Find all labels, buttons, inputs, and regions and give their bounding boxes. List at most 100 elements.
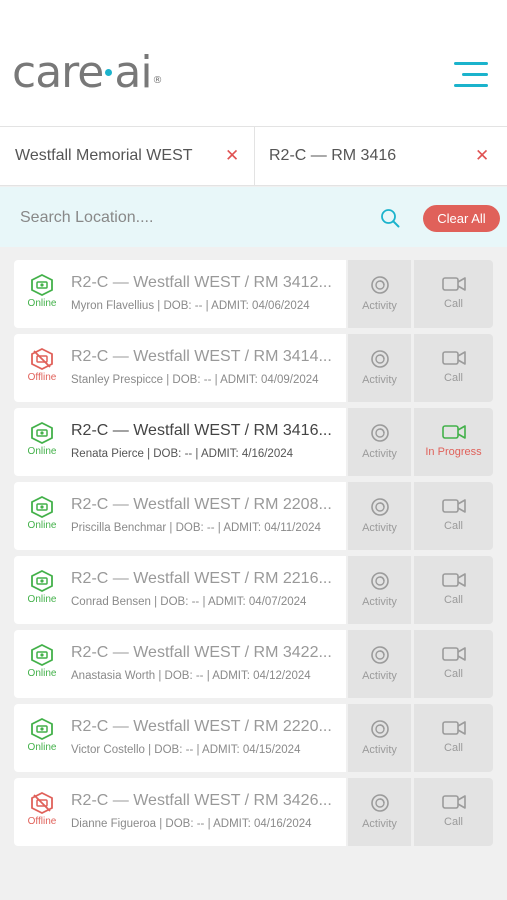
room-card[interactable]: Online R2-C — Westfall WEST / RM 2216... C… <box>14 556 346 624</box>
call-button[interactable]: Call <box>414 704 493 772</box>
activity-icon <box>370 720 389 738</box>
room-row: Offline R2-C — Westfall WEST / RM 3426...… <box>14 778 494 846</box>
call-label: Call <box>444 668 463 680</box>
camera-status-icon <box>31 643 53 667</box>
status-label: Online <box>27 520 57 531</box>
room-name: R2-C — Westfall WEST / RM 3422... <box>71 644 332 661</box>
camera-offline-icon <box>31 791 53 815</box>
room-card[interactable]: Online R2-C — Westfall WEST / RM 3422... A… <box>14 630 346 698</box>
device-status: Online <box>18 717 66 753</box>
activity-label: Activity <box>362 522 397 534</box>
device-status: Online <box>18 421 66 457</box>
activity-button[interactable]: Activity <box>348 630 411 698</box>
patient-info: Renata Pierce | DOB: -- | ADMIT: 4/16/20… <box>71 448 294 460</box>
call-button[interactable]: Call <box>414 334 493 402</box>
video-call-icon <box>441 721 466 735</box>
activity-button[interactable]: Activity <box>348 408 411 476</box>
status-label: Offline <box>27 372 57 383</box>
activity-label: Activity <box>362 448 397 460</box>
activity-button[interactable]: Activity <box>348 482 411 550</box>
activity-label: Activity <box>362 744 397 756</box>
activity-icon <box>370 646 389 664</box>
call-button[interactable]: In Progress <box>414 408 493 476</box>
room-row: Offline R2-C — Westfall WEST / RM 3414...… <box>14 334 494 402</box>
room-row: Online R2-C — Westfall WEST / RM 3422... A… <box>14 630 494 698</box>
search-icon[interactable] <box>380 208 400 228</box>
camera-status-icon <box>31 717 53 741</box>
call-button[interactable]: Call <box>414 260 493 328</box>
call-button[interactable]: Call <box>414 556 493 624</box>
room-card[interactable]: Online R2-C — Westfall WEST / RM 2220... V… <box>14 704 346 772</box>
activity-label: Activity <box>362 818 397 830</box>
activity-button[interactable]: Activity <box>348 556 411 624</box>
activity-button[interactable]: Activity <box>348 334 411 402</box>
status-label: Online <box>27 298 57 309</box>
video-call-icon <box>441 425 466 439</box>
activity-label: Activity <box>362 374 397 386</box>
close-icon[interactable]: ✕ <box>475 147 489 164</box>
room-row: Online R2-C — Westfall WEST / RM 3416... R… <box>14 408 494 476</box>
status-label: Online <box>27 668 57 679</box>
close-icon[interactable]: ✕ <box>225 147 239 164</box>
camera-status-icon <box>31 569 53 593</box>
call-button[interactable]: Call <box>414 630 493 698</box>
app-header: care ai® <box>0 0 507 126</box>
room-name: R2-C — Westfall WEST / RM 3414... <box>71 348 332 365</box>
filter-chip-label: Westfall Memorial WEST <box>15 147 193 164</box>
call-label: Call <box>444 594 463 606</box>
video-call-icon <box>441 277 466 291</box>
activity-label: Activity <box>362 596 397 608</box>
call-button[interactable]: Call <box>414 482 493 550</box>
status-label: Online <box>27 594 57 605</box>
call-label: Call <box>444 520 463 532</box>
activity-button[interactable]: Activity <box>348 778 411 846</box>
room-name: R2-C — Westfall WEST / RM 3426... <box>71 792 332 809</box>
device-status: Offline <box>18 791 66 827</box>
patient-info: Victor Costello | DOB: -- | ADMIT: 04/15… <box>71 744 301 756</box>
patient-info: Anastasia Worth | DOB: -- | ADMIT: 04/12… <box>71 670 311 682</box>
call-label: Call <box>444 298 463 310</box>
video-call-icon <box>441 351 466 365</box>
room-row: Online R2-C — Westfall WEST / RM 3412... M… <box>14 260 494 328</box>
activity-label: Activity <box>362 300 397 312</box>
patient-info: Conrad Bensen | DOB: -- | ADMIT: 04/07/2… <box>71 596 307 608</box>
call-label: Call <box>444 742 463 754</box>
room-name: R2-C — Westfall WEST / RM 2220... <box>71 718 332 735</box>
camera-status-icon <box>31 495 53 519</box>
patient-info: Myron Flavellius | DOB: -- | ADMIT: 04/0… <box>71 300 310 312</box>
patient-info: Stanley Prespicce | DOB: -- | ADMIT: 04/… <box>71 374 319 386</box>
room-card[interactable]: Online R2-C — Westfall WEST / RM 3412... M… <box>14 260 346 328</box>
status-label: Online <box>27 742 57 753</box>
room-row: Online R2-C — Westfall WEST / RM 2208... P… <box>14 482 494 550</box>
activity-label: Activity <box>362 670 397 682</box>
room-row: Online R2-C — Westfall WEST / RM 2216... C… <box>14 556 494 624</box>
video-call-icon <box>441 573 466 587</box>
room-list: Online R2-C — Westfall WEST / RM 3412... M… <box>14 260 494 852</box>
video-call-icon <box>441 647 466 661</box>
room-card[interactable]: Offline R2-C — Westfall WEST / RM 3414...… <box>14 334 346 402</box>
device-status: Online <box>18 569 66 605</box>
filter-chip-room: R2-C — RM 3416 ✕ <box>256 127 507 185</box>
device-status: Offline <box>18 347 66 383</box>
device-status: Online <box>18 495 66 531</box>
room-card[interactable]: Online R2-C — Westfall WEST / RM 3416... R… <box>14 408 346 476</box>
room-card[interactable]: Offline R2-C — Westfall WEST / RM 3426...… <box>14 778 346 846</box>
filter-chip-label: R2-C — RM 3416 <box>269 147 397 164</box>
hamburger-menu-icon[interactable] <box>452 62 488 90</box>
room-name: R2-C — Westfall WEST / RM 2208... <box>71 496 332 513</box>
activity-icon <box>370 794 389 812</box>
patient-info: Priscilla Benchmar | DOB: -- | ADMIT: 04… <box>71 522 321 534</box>
filter-chip-facility: Westfall Memorial WEST ✕ <box>0 127 255 185</box>
activity-button[interactable]: Activity <box>348 704 411 772</box>
clear-all-button[interactable]: Clear All <box>423 205 500 232</box>
device-status: Online <box>18 643 66 679</box>
activity-button[interactable]: Activity <box>348 260 411 328</box>
room-name: R2-C — Westfall WEST / RM 3412... <box>71 274 332 291</box>
camera-status-icon <box>31 421 53 445</box>
camera-offline-icon <box>31 347 53 371</box>
care-ai-logo: care ai® <box>12 47 163 98</box>
call-button[interactable]: Call <box>414 778 493 846</box>
room-card[interactable]: Online R2-C — Westfall WEST / RM 2208... P… <box>14 482 346 550</box>
filter-chips-bar: Westfall Memorial WEST ✕ R2-C — RM 3416 … <box>0 126 507 186</box>
search-input[interactable] <box>20 205 360 231</box>
